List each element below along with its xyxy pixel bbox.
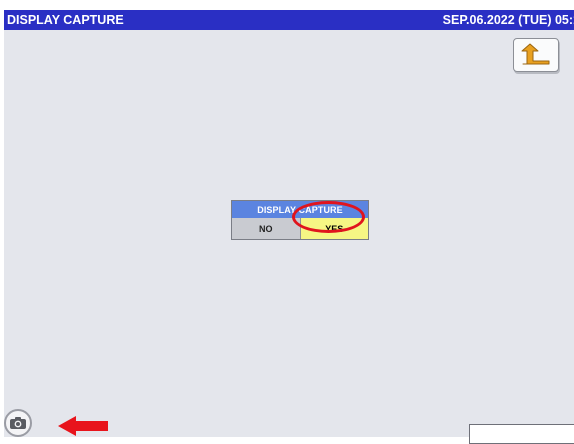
back-button[interactable] [513,38,559,72]
return-arrow-icon [521,43,550,65]
datetime-display: SEP.06.2022 (TUE) 05:1 [442,13,574,27]
capture-screen: DISPLAY CAPTURE SEP.06.2022 (TUE) 05:1 D… [4,10,574,437]
dialog-buttons: NO YES [232,218,368,239]
camera-icon [10,417,26,429]
yes-button[interactable]: YES [300,218,368,239]
dialog-title: DISPLAY CAPTURE [232,201,368,218]
capture-confirm-dialog: DISPLAY CAPTURE NO YES [231,200,369,240]
camera-button[interactable] [4,409,32,437]
title-bar: DISPLAY CAPTURE SEP.06.2022 (TUE) 05:1 [4,10,574,30]
bottom-right-panel [469,424,574,444]
screen-title: DISPLAY CAPTURE [7,13,124,27]
red-arrow-left-icon [58,416,108,436]
no-button[interactable]: NO [232,218,301,239]
